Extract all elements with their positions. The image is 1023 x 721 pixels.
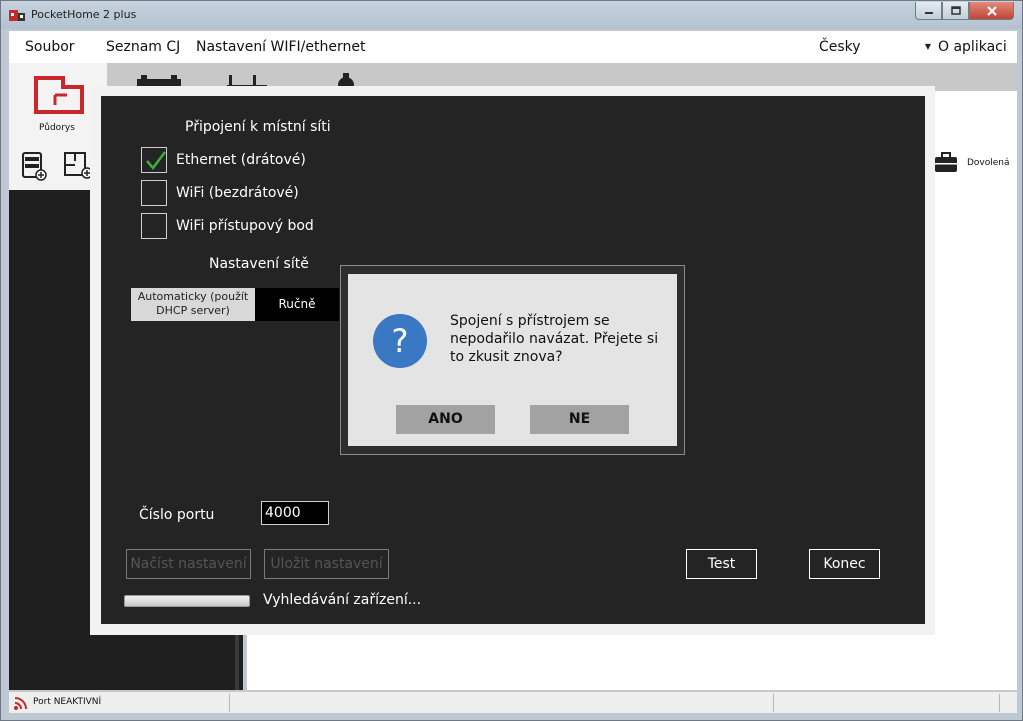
wifi-label[interactable]: WiFi (bezdrátové) — [176, 185, 299, 201]
chevron-down-icon: ▼ — [924, 42, 931, 51]
message-box: ? Spojení s přístrojem se nepodařilo nav… — [348, 274, 677, 446]
port-label: Číslo portu — [139, 507, 215, 523]
question-icon: ? — [373, 314, 427, 368]
menu-about[interactable]: O aplikaci — [938, 39, 1007, 55]
title-bar: PocketHome 2 plus — [1, 1, 1022, 29]
auto-dhcp-button[interactable]: Automaticky (použít DHCP server) — [131, 288, 255, 321]
minimize-icon — [924, 11, 933, 14]
yes-button[interactable]: ANO — [396, 405, 495, 434]
floorplan-icon — [34, 76, 84, 114]
close-icon — [986, 5, 997, 16]
status-separator — [773, 694, 774, 712]
searching-text: Vyhledávání zařízení... — [263, 592, 422, 608]
status-bar: Port NEAKTIVNÍ — [9, 691, 1017, 713]
search-progress-bar — [124, 595, 250, 607]
pudorys-label: Půdorys — [39, 123, 75, 133]
checkmark-icon — [146, 151, 166, 170]
port-status-text: Port NEAKTIVNÍ — [33, 697, 102, 707]
wifi-signal-icon — [14, 697, 27, 710]
manual-button[interactable]: Ručně — [255, 288, 339, 321]
message-text: Spojení s přístrojem se nepodařilo naváz… — [450, 313, 659, 365]
language-value: Česky — [819, 39, 861, 55]
close-button[interactable] — [969, 2, 1014, 20]
load-settings-button[interactable]: Načíst nastavení — [126, 549, 251, 579]
ethernet-checkbox[interactable] — [141, 147, 167, 173]
add-room-icon[interactable] — [63, 151, 93, 179]
ethernet-label[interactable]: Ethernet (drátové) — [176, 152, 306, 168]
wifi-checkbox[interactable] — [141, 180, 167, 206]
add-device-icon[interactable] — [21, 147, 47, 181]
suitcase-icon[interactable] — [934, 151, 958, 173]
maximize-button[interactable] — [942, 2, 969, 20]
menu-seznam-cj[interactable]: Seznam CJ — [106, 39, 180, 55]
connection-heading: Připojení k místní síti — [185, 119, 331, 135]
wifi-ap-checkbox[interactable] — [141, 213, 167, 239]
wifi-ap-label[interactable]: WiFi přístupový bod — [176, 218, 314, 234]
minimize-button[interactable] — [915, 2, 942, 20]
menu-bar: Soubor Seznam CJ Nastavení WIFI/ethernet… — [9, 31, 1017, 63]
save-settings-button[interactable]: Uložit nastavení — [264, 549, 389, 579]
app-logo-icon — [9, 10, 25, 21]
svg-text:?: ? — [392, 322, 409, 360]
network-heading: Nastavení sítě — [209, 256, 309, 272]
exit-button[interactable]: Konec — [809, 549, 880, 579]
menu-wifi-ethernet[interactable]: Nastavení WIFI/ethernet — [196, 39, 365, 55]
status-separator — [229, 694, 230, 712]
no-button[interactable]: NE — [530, 405, 629, 434]
test-button[interactable]: Test — [686, 549, 757, 579]
status-separator — [999, 694, 1000, 712]
maximize-icon — [950, 5, 961, 15]
menu-soubor[interactable]: Soubor — [25, 39, 75, 55]
port-input[interactable]: 4000 — [261, 501, 329, 525]
dovolena-label[interactable]: Dovolená — [967, 158, 1010, 168]
app-window: PocketHome 2 plus Soubor Seznam CJ Nasta… — [0, 0, 1023, 721]
window-title: PocketHome 2 plus — [31, 8, 137, 21]
language-select[interactable]: Česky ▼ — [809, 33, 937, 61]
